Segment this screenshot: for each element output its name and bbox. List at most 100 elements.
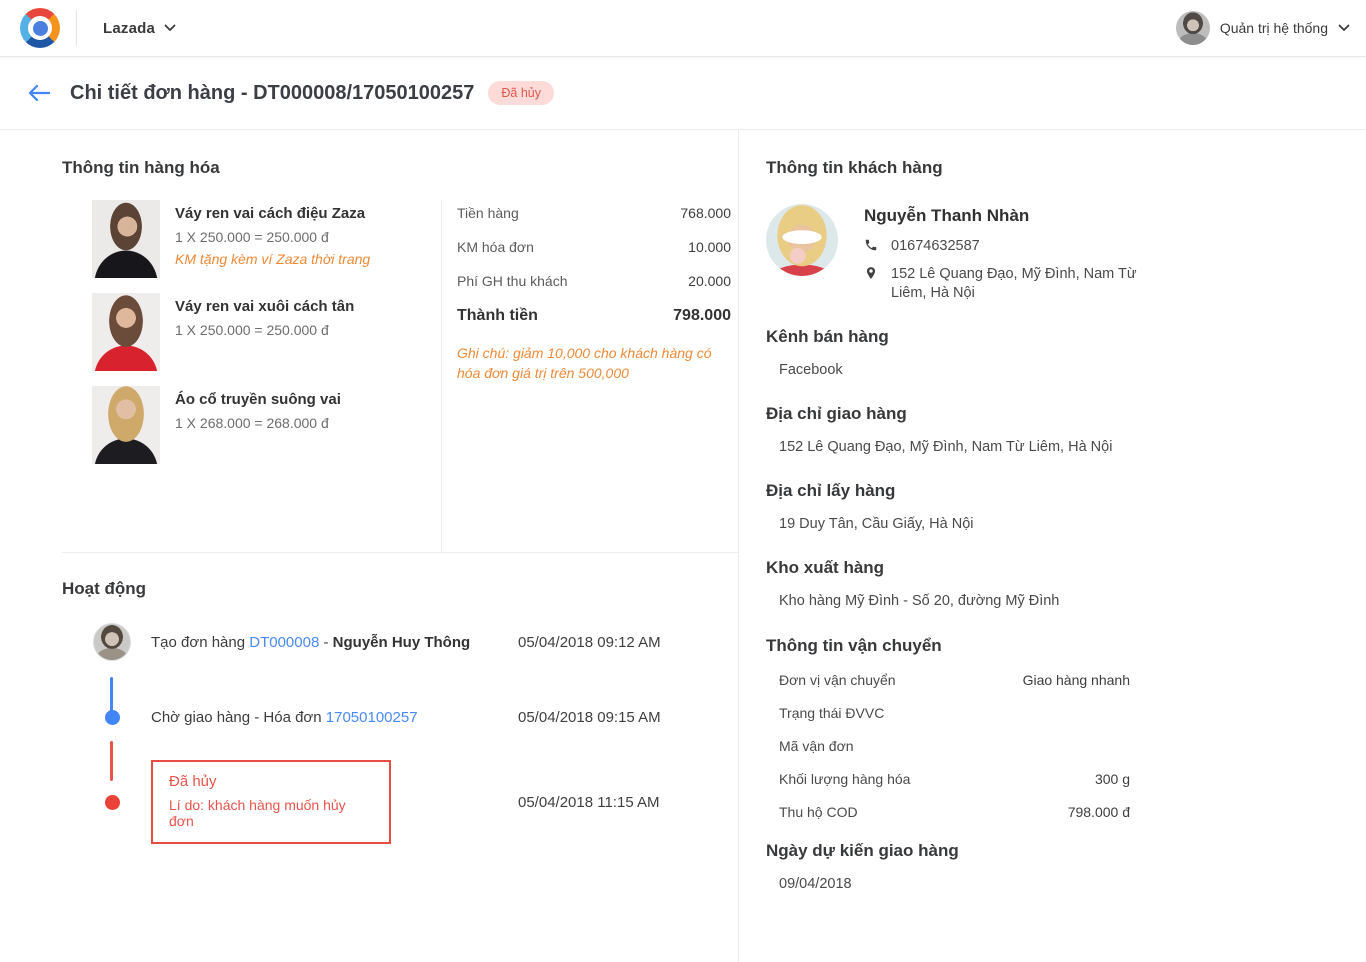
product-row[interactable]: Áo cổ truyền suông vai 1 X 268.000 = 268… (92, 386, 431, 464)
customer-name: Nguyễn Thanh Nhàn (864, 206, 1030, 225)
invoice-code-link[interactable]: 17050100257 (326, 709, 418, 726)
store-name: Lazada (103, 19, 156, 37)
phone-icon (864, 237, 880, 256)
topbar: Lazada Quản trị hệ thống (0, 0, 1366, 57)
pickup-address-title: Địa chỉ lấy hàng (766, 481, 896, 501)
location-pin-icon (864, 265, 880, 303)
totals-value: 20.000 (688, 273, 731, 289)
shipping-label: Khối lượng hàng hóa (779, 770, 911, 787)
shipping-info-section: Thông tin vận chuyển Đơn vị vận chuyển G… (766, 636, 1366, 821)
totals-row: Tiền hàng 768.000 (457, 205, 731, 221)
back-button[interactable] (24, 78, 54, 108)
product-quantity-line: 1 X 250.000 = 250.000 đ (175, 229, 329, 245)
customer-phone[interactable]: 01674632587 (891, 237, 980, 256)
timeline-connector-blue (110, 677, 113, 717)
user-menu[interactable]: Quản trị hệ thống (1175, 11, 1350, 45)
order-code-link[interactable]: DT000008 (249, 634, 319, 651)
store-switcher[interactable]: Lazada (103, 20, 176, 37)
shipping-row: Đơn vị vận chuyển Giao hàng nhanh (779, 672, 1130, 689)
grand-total-label: Thành tiền (457, 307, 538, 324)
cancelled-event-box: Đã hủy Lí do: khách hàng muốn hủy đơn (151, 760, 391, 844)
actor-avatar (93, 623, 131, 661)
shipping-value: Giao hàng nhanh (1022, 671, 1130, 688)
event-text-prefix: Tạo đơn hàng (151, 633, 250, 651)
shipping-address-value: 152 Lê Quang Đạo, Mỹ Đình, Nam Từ Liêm, … (779, 438, 1113, 455)
order-note: Ghi chú: giảm 10,000 cho khách hàng có h… (457, 345, 712, 382)
event-timestamp: 05/04/2018 09:12 AM (518, 633, 661, 651)
order-left-panel: Thông tin hàng hóa Váy ren vai cách điệu… (0, 130, 738, 962)
product-quantity-line: 1 X 268.000 = 268.000 đ (175, 415, 329, 431)
product-image (92, 386, 160, 464)
product-promo-note: KM tặng kèm ví Zaza thời trang (175, 251, 371, 267)
customer-section-title: Thông tin khách hàng (766, 158, 943, 177)
page-title: Chi tiết đơn hàng - DT000008/17050100257 (70, 81, 475, 104)
app-logo-inner (28, 16, 52, 40)
customer-avatar (766, 204, 838, 276)
user-name: Quản trị hệ thống (1219, 20, 1328, 36)
event-timestamp: 05/04/2018 11:15 AM (518, 793, 660, 811)
status-badge: Đã hủy (488, 81, 555, 105)
order-totals: Tiền hàng 768.000 KM hóa đơn 10.000 Phí … (441, 200, 738, 552)
event-text: Tạo đơn hàng DT000008 - Nguyễn Huy Thông (151, 634, 518, 651)
product-image (92, 200, 160, 278)
shipping-label: Trạng thái ĐVVC (779, 704, 885, 721)
topbar-divider (76, 10, 77, 46)
totals-row: KM hóa đơn 10.000 (457, 239, 731, 255)
product-row[interactable]: Váy ren vai cách điệu Zaza 1 X 250.000 =… (92, 200, 431, 278)
customer-panel: Thông tin khách hàng Nguyễn Thanh Nhàn 0… (738, 130, 1366, 962)
totals-label: KM hóa đơn (457, 239, 534, 255)
shipping-rows: Đơn vị vận chuyển Giao hàng nhanh Trạng … (766, 672, 1130, 821)
totals-value: 768.000 (680, 205, 731, 221)
warehouse-value: Kho hàng Mỹ Đình - Số 20, đường Mỹ Đình (779, 593, 1060, 610)
shipping-row: Mã vận đơn (779, 738, 1130, 755)
shipping-address-title: Địa chỉ giao hàng (766, 403, 907, 423)
product-quantity-line: 1 X 250.000 = 250.000 đ (175, 322, 329, 338)
shipping-value: 300 g (1094, 770, 1130, 787)
grand-total-row: Thành tiền 798.000 (457, 307, 731, 325)
app-logo-core (32, 20, 48, 36)
event-timestamp: 05/04/2018 09:15 AM (518, 709, 661, 726)
shipping-label: Thu hộ COD (779, 803, 858, 820)
product-name: Áo cổ truyền suông vai (175, 391, 341, 408)
expected-delivery-value: 09/04/2018 (779, 875, 852, 892)
shipping-info-title: Thông tin vận chuyển (766, 635, 942, 655)
cancelled-reason: Lí do: khách hàng muốn hủy đơn (169, 797, 346, 829)
product-name: Váy ren vai cách điệu Zaza (175, 205, 366, 222)
event-text: Chờ giao hàng - Hóa đơn 17050100257 (151, 709, 518, 726)
goods-area: Váy ren vai cách điệu Zaza 1 X 250.000 =… (62, 200, 738, 552)
grand-total-value: 798.000 (673, 307, 731, 324)
section-divider (62, 552, 738, 553)
product-image (92, 293, 160, 371)
totals-value: 10.000 (688, 239, 731, 255)
timeline-event: Chờ giao hàng - Hóa đơn 17050100257 05/0… (93, 709, 738, 726)
product-info: Váy ren vai xuôi cách tân 1 X 250.000 = … (175, 293, 354, 371)
app-logo-icon[interactable] (20, 8, 60, 48)
product-row[interactable]: Váy ren vai xuôi cách tân 1 X 250.000 = … (92, 293, 431, 371)
event-actor: Nguyễn Huy Thông (332, 633, 471, 651)
timeline-dot-red (104, 794, 120, 810)
customer-address: 152 Lê Quang Đạo, Mỹ Đình, Nam Từ Liêm, … (891, 265, 1137, 301)
product-list: Váy ren vai cách điệu Zaza 1 X 250.000 =… (62, 200, 441, 552)
cancelled-title: Đã hủy (169, 773, 217, 790)
expected-delivery-title: Ngày dự kiến giao hàng (766, 840, 959, 860)
customer-phone-row: 01674632587 (864, 237, 1143, 256)
shipping-value: 798.000 đ (1067, 803, 1130, 820)
product-name: Váy ren vai xuôi cách tân (175, 298, 355, 315)
product-info: Váy ren vai cách điệu Zaza 1 X 250.000 =… (175, 200, 370, 278)
chevron-down-icon (164, 24, 176, 32)
timeline-connector-red (110, 741, 113, 781)
activity-timeline: Tạo đơn hàng DT000008 - Nguyễn Huy Thông… (62, 623, 738, 844)
totals-row: Phí GH thu khách 20.000 (457, 273, 731, 289)
shipping-label: Mã vận đơn (779, 737, 854, 754)
sales-channel-value: Facebook (779, 361, 843, 378)
totals-label: Tiền hàng (457, 205, 519, 221)
sales-channel-section: Kênh bán hàng Facebook (766, 327, 1366, 380)
shipping-row: Khối lượng hàng hóa 300 g (779, 771, 1130, 788)
warehouse-section: Kho xuất hàng Kho hàng Mỹ Đình - Số 20, … (766, 558, 1366, 611)
user-avatar (1175, 11, 1210, 45)
warehouse-title: Kho xuất hàng (766, 558, 885, 578)
pickup-address-value: 19 Duy Tân, Cầu Giấy, Hà Nội (779, 516, 974, 533)
sales-channel-title: Kênh bán hàng (766, 326, 889, 346)
event-text-separator: - (319, 633, 333, 651)
activity-section-title: Hoạt động (62, 579, 147, 598)
